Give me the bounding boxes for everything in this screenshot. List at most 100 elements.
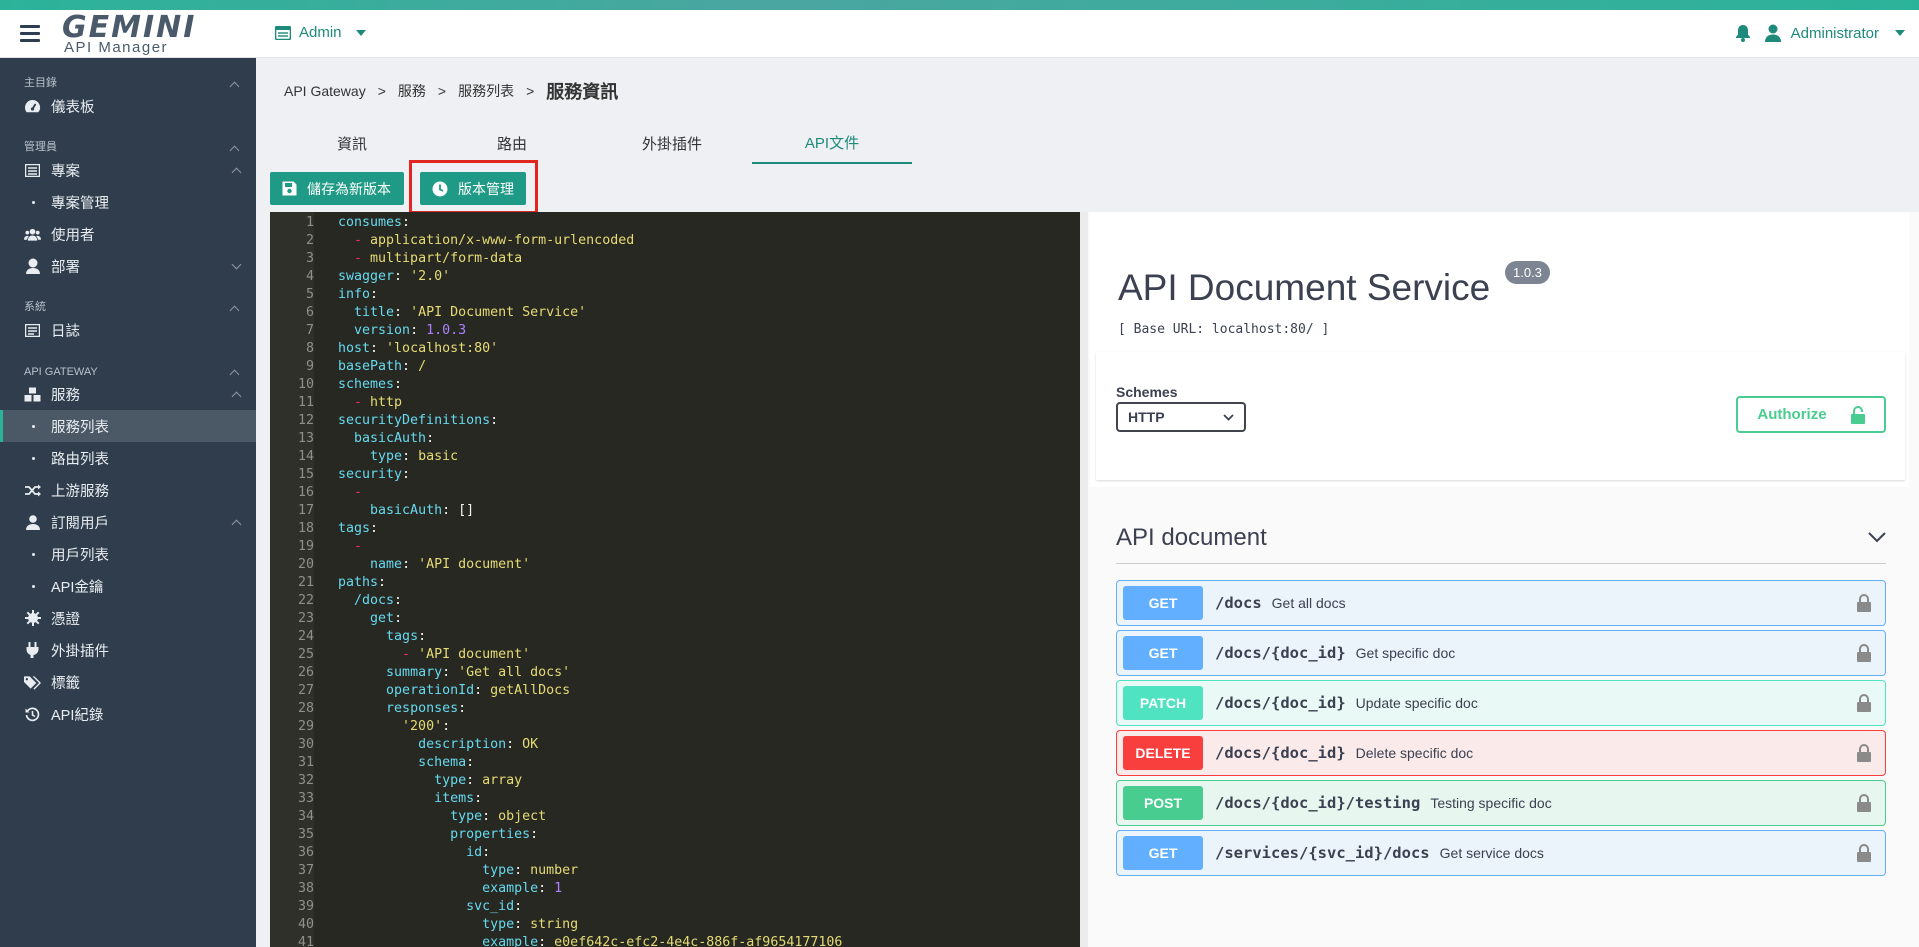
sidebar-item-user-list[interactable]: 用戶列表 (0, 538, 256, 570)
top-accent-stripe (0, 0, 1919, 10)
code-line: 27 operationId: getAllDocs (270, 682, 1080, 700)
certificate-icon (24, 610, 41, 627)
code-text: type: string (482, 917, 579, 932)
hamburger-menu-icon[interactable] (20, 25, 40, 42)
user-menu[interactable]: Administrator (1764, 24, 1905, 42)
lock-icon[interactable] (1857, 794, 1871, 812)
chevron-up-icon (231, 519, 242, 529)
section-title: 系統 (24, 301, 46, 313)
schemes-container: Schemes HTTP Authorize (1096, 352, 1905, 480)
operation-delete[interactable]: DELETE/docs/{doc_id} Delete specific doc (1116, 730, 1886, 776)
sidebar-item-api-records[interactable]: API紀錄 (0, 698, 256, 730)
operation-get[interactable]: GET/services/{svc_id}/docs Get service do… (1116, 830, 1886, 876)
line-number: 25 (297, 647, 314, 662)
code-text: summary: 'Get all docs' (386, 665, 571, 680)
lock-icon[interactable] (1857, 694, 1871, 712)
log-icon (24, 322, 41, 339)
line-number: 13 (297, 431, 314, 446)
line-number: 34 (297, 809, 314, 824)
code-text: '200': (402, 719, 451, 734)
sidebar-item-users[interactable]: 使用者 (0, 218, 256, 250)
operation-path: /docs/{doc_id} (1215, 644, 1346, 662)
bell-icon[interactable] (1735, 24, 1751, 42)
code-text: basePath: / (338, 359, 427, 374)
tag-section-header[interactable]: API document (1116, 512, 1886, 564)
sidebar-item-api-key[interactable]: API金鑰 (0, 570, 256, 602)
code-line: 37 type: number (270, 862, 1080, 880)
code-line: 5 info: (270, 286, 1080, 304)
save-new-version-button[interactable]: 儲存為新版本 (270, 172, 404, 205)
sidebar-item-service-list[interactable]: 服務列表 (0, 410, 256, 442)
sidebar-section-system[interactable]: 系統 (0, 292, 256, 316)
code-text: - 'API document' (402, 647, 531, 662)
sidebar-item-label: API金鑰 (51, 579, 104, 596)
sidebar-item-label: 日誌 (51, 323, 80, 340)
yaml-code-editor[interactable]: 1 consumes: 2 - application/x-www-form-url… (270, 212, 1080, 947)
line-number: 4 (305, 269, 314, 284)
authorize-button[interactable]: Authorize (1736, 396, 1886, 433)
breadcrumb-services[interactable]: 服務 (398, 81, 426, 101)
sidebar-item-departments[interactable]: 部署 (0, 250, 256, 282)
users-icon (24, 226, 41, 243)
chevron-down-icon (231, 259, 242, 269)
lock-icon[interactable] (1857, 844, 1871, 862)
tab-plugins[interactable]: 外掛插件 (592, 122, 752, 164)
lock-icon[interactable] (1857, 644, 1871, 662)
sidebar-section-api-gateway[interactable]: API GATEWAY (0, 356, 256, 380)
sidebar-item-dashboard[interactable]: 儀表板 (0, 90, 256, 122)
cubes-icon (24, 386, 41, 403)
breadcrumb-api-gateway[interactable]: API Gateway (284, 83, 366, 99)
sidebar-item-label: 專案 (51, 163, 80, 180)
sidebar-item-tags[interactable]: 標籤 (0, 666, 256, 698)
code-line: 29 '200': (270, 718, 1080, 736)
code-line: 7 version: 1.0.3 (270, 322, 1080, 340)
sidebar-item-label: 憑證 (51, 611, 80, 628)
code-line: 41 example: e0ef642c-efc2-4e4c-886f-af96… (270, 934, 1080, 947)
code-line: 6 title: 'API Document Service' (270, 304, 1080, 322)
chevron-down-icon (1868, 532, 1886, 543)
operation-get[interactable]: GET/docs/{doc_id} Get specific doc (1116, 630, 1886, 676)
tab-api-docs[interactable]: API文件 (752, 122, 912, 164)
operation-get[interactable]: GET/docs Get all docs (1116, 580, 1886, 626)
code-line: 18 tags: (270, 520, 1080, 538)
code-line: 1 consumes: (270, 214, 1080, 232)
http-method-badge: DELETE (1123, 736, 1203, 770)
sidebar-item-route-list[interactable]: 路由列表 (0, 442, 256, 474)
tab-info[interactable]: 資訊 (272, 122, 432, 164)
pane-divider[interactable] (1080, 212, 1088, 947)
tab-routes[interactable]: 路由 (432, 122, 592, 164)
sidebar-item-certificates[interactable]: 憑證 (0, 602, 256, 634)
top-navbar: GEMINI API Manager Admin Administrator (0, 10, 1919, 58)
admin-dropdown[interactable]: Admin (275, 24, 366, 41)
sidebar-item-plugins[interactable]: 外掛插件 (0, 634, 256, 666)
history-icon (24, 706, 41, 723)
sidebar-item-projects[interactable]: 專案 (0, 154, 256, 186)
code-text: info: (338, 287, 379, 302)
breadcrumb-service-list[interactable]: 服務列表 (458, 81, 514, 101)
schemes-select[interactable]: HTTP (1116, 402, 1246, 432)
sidebar-section-main[interactable]: 主目錄 (0, 68, 256, 92)
schemes-value: HTTP (1128, 409, 1165, 425)
line-number: 14 (297, 449, 314, 464)
line-number: 41 (297, 935, 314, 947)
lock-icon[interactable] (1857, 594, 1871, 612)
person-badge-icon (24, 258, 41, 275)
sidebar-item-logs[interactable]: 日誌 (0, 314, 256, 346)
sidebar-item-services[interactable]: 服務 (0, 378, 256, 410)
sidebar-section-admin[interactable]: 管理員 (0, 132, 256, 156)
sidebar-item-upstream[interactable]: 上游服務 (0, 474, 256, 506)
line-number: 19 (297, 539, 314, 554)
code-line: 12 securityDefinitions: (270, 412, 1080, 430)
breadcrumb-separator: > (377, 83, 386, 99)
user-icon (1764, 24, 1781, 42)
lock-icon[interactable] (1857, 744, 1871, 762)
code-text: operationId: getAllDocs (386, 683, 571, 698)
operation-patch[interactable]: PATCH/docs/{doc_id} Update specific doc (1116, 680, 1886, 726)
sidebar-item-project-management[interactable]: 專案管理 (0, 186, 256, 218)
sidebar-item-subscribers[interactable]: 訂閱用戶 (0, 506, 256, 538)
operation-post[interactable]: POST/docs/{doc_id}/testing Testing specif… (1116, 780, 1886, 826)
line-number: 33 (297, 791, 314, 806)
code-line: 32 type: array (270, 772, 1080, 790)
code-text: example: 1 (482, 881, 563, 896)
line-number: 5 (305, 287, 314, 302)
